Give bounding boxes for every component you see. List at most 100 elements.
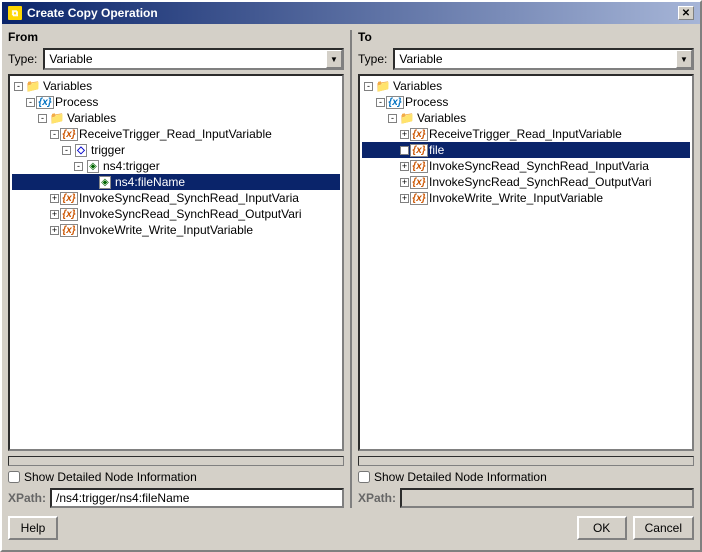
node-icon: ◇	[73, 143, 89, 157]
tree-item[interactable]: +{x}InvokeSyncRead_SynchRead_OutputVari	[362, 174, 690, 190]
node-icon: {x}	[411, 175, 427, 189]
to-show-detail-label: Show Detailed Node Information	[374, 470, 547, 484]
tree-item[interactable]: +{x}InvokeSyncRead_SynchRead_OutputVari	[12, 206, 340, 222]
node-icon: {x}	[411, 191, 427, 205]
expand-icon[interactable]: -	[50, 130, 59, 139]
tree-item[interactable]: -📁Variables	[12, 78, 340, 94]
tree-item[interactable]: -📁Variables	[362, 78, 690, 94]
expand-icon[interactable]: -	[364, 82, 373, 91]
node-label: ns4:fileName	[115, 175, 185, 189]
node-icon: {x}	[411, 159, 427, 173]
help-button[interactable]: Help	[8, 516, 58, 540]
node-label: InvokeSyncRead_SynchRead_OutputVari	[79, 207, 302, 221]
node-icon: {x}	[61, 223, 77, 237]
panels-container: From Type: Variable ▼ -📁Variables-{x}Pro…	[8, 30, 694, 508]
to-hscrollbar[interactable]	[358, 456, 694, 466]
tree-item[interactable]: -📁Variables	[362, 110, 690, 126]
to-type-row: Type: Variable ▼	[358, 48, 694, 70]
window-icon: ⧉	[8, 6, 22, 20]
tree-item[interactable]: +{x}InvokeSyncRead_SynchRead_InputVaria	[362, 158, 690, 174]
node-label: InvokeWrite_Write_InputVariable	[79, 223, 253, 237]
node-icon: {x}	[61, 207, 77, 221]
node-label: Variables	[67, 111, 116, 125]
node-label: file	[429, 143, 444, 157]
to-title: To	[358, 30, 694, 44]
to-panel: To Type: Variable ▼ -📁Variables-{x}Proce…	[358, 30, 694, 508]
title-bar: ⧉ Create Copy Operation ✕	[2, 2, 700, 24]
expand-icon[interactable]: -	[14, 82, 23, 91]
bottom-bar: Help OK Cancel	[8, 512, 694, 544]
tree-item[interactable]: -{x}Process	[12, 94, 340, 110]
tree-item[interactable]: +{x}InvokeWrite_Write_InputVariable	[362, 190, 690, 206]
expand-icon[interactable]: -	[74, 162, 83, 171]
node-label: Variables	[417, 111, 466, 125]
expand-icon[interactable]: -	[388, 114, 397, 123]
expand-icon[interactable]: +	[400, 130, 409, 139]
node-label: InvokeSyncRead_SynchRead_OutputVari	[429, 175, 652, 189]
tree-item[interactable]: -◇trigger	[12, 142, 340, 158]
node-icon: {x}	[387, 95, 403, 109]
from-type-select[interactable]: Variable	[43, 48, 344, 70]
from-type-select-wrapper[interactable]: Variable ▼	[43, 48, 344, 70]
node-label: Variables	[393, 79, 442, 93]
tree-item[interactable]: ◈ns4:fileName	[12, 174, 340, 190]
main-content: From Type: Variable ▼ -📁Variables-{x}Pro…	[2, 24, 700, 550]
to-tree-panel[interactable]: -📁Variables-{x}Process-📁Variables+{x}Rec…	[358, 74, 694, 451]
from-title: From	[8, 30, 344, 44]
tree-item[interactable]: +{x}file	[362, 142, 690, 158]
close-button[interactable]: ✕	[678, 6, 694, 20]
node-icon: {x}	[37, 95, 53, 109]
node-icon: ◈	[85, 159, 101, 173]
cancel-button[interactable]: Cancel	[633, 516, 694, 540]
expand-icon[interactable]: -	[38, 114, 47, 123]
expand-icon[interactable]: -	[26, 98, 35, 107]
node-icon: {x}	[61, 127, 77, 141]
to-type-select[interactable]: Variable	[393, 48, 694, 70]
node-label: Process	[55, 95, 98, 109]
node-icon: {x}	[61, 191, 77, 205]
expand-icon[interactable]: -	[376, 98, 385, 107]
title-bar-content: ⧉ Create Copy Operation	[8, 6, 158, 20]
node-label: Process	[405, 95, 448, 109]
node-icon: 📁	[375, 79, 391, 93]
from-hscrollbar[interactable]	[8, 456, 344, 466]
node-label: Variables	[43, 79, 92, 93]
to-xpath-label: XPath:	[358, 491, 396, 505]
to-type-select-wrapper[interactable]: Variable ▼	[393, 48, 694, 70]
tree-item[interactable]: -{x}ReceiveTrigger_Read_InputVariable	[12, 126, 340, 142]
node-label: trigger	[91, 143, 125, 157]
ok-button[interactable]: OK	[577, 516, 627, 540]
tree-item[interactable]: -📁Variables	[12, 110, 340, 126]
from-xpath-row: XPath:	[8, 488, 344, 508]
to-show-detail-row: Show Detailed Node Information	[358, 470, 694, 484]
node-icon: {x}	[411, 143, 427, 157]
to-xpath-input[interactable]	[400, 488, 694, 508]
tree-item[interactable]: +{x}ReceiveTrigger_Read_InputVariable	[362, 126, 690, 142]
to-show-detail-checkbox[interactable]	[358, 471, 370, 483]
node-label: InvokeSyncRead_SynchRead_InputVaria	[429, 159, 649, 173]
from-type-label: Type:	[8, 52, 37, 66]
tree-item[interactable]: +{x}InvokeWrite_Write_InputVariable	[12, 222, 340, 238]
expand-icon[interactable]: +	[50, 226, 59, 235]
window-title: Create Copy Operation	[27, 6, 158, 20]
from-show-detail-row: Show Detailed Node Information	[8, 470, 344, 484]
expand-icon[interactable]: +	[400, 146, 409, 155]
expand-icon[interactable]: +	[400, 162, 409, 171]
expand-icon[interactable]: +	[400, 178, 409, 187]
expand-icon[interactable]: -	[62, 146, 71, 155]
from-type-row: Type: Variable ▼	[8, 48, 344, 70]
tree-item[interactable]: +{x}InvokeSyncRead_SynchRead_InputVaria	[12, 190, 340, 206]
node-label: ReceiveTrigger_Read_InputVariable	[429, 127, 622, 141]
tree-item[interactable]: -{x}Process	[362, 94, 690, 110]
from-tree-panel[interactable]: -📁Variables-{x}Process-📁Variables-{x}Rec…	[8, 74, 344, 451]
node-icon: 📁	[399, 111, 415, 125]
expand-icon[interactable]: +	[50, 210, 59, 219]
from-xpath-input[interactable]	[50, 488, 344, 508]
from-show-detail-checkbox[interactable]	[8, 471, 20, 483]
expand-icon[interactable]: +	[50, 194, 59, 203]
tree-item[interactable]: -◈ns4:trigger	[12, 158, 340, 174]
from-panel: From Type: Variable ▼ -📁Variables-{x}Pro…	[8, 30, 344, 508]
expand-icon[interactable]: +	[400, 194, 409, 203]
node-label: ns4:trigger	[103, 159, 160, 173]
node-label: InvokeSyncRead_SynchRead_InputVaria	[79, 191, 299, 205]
